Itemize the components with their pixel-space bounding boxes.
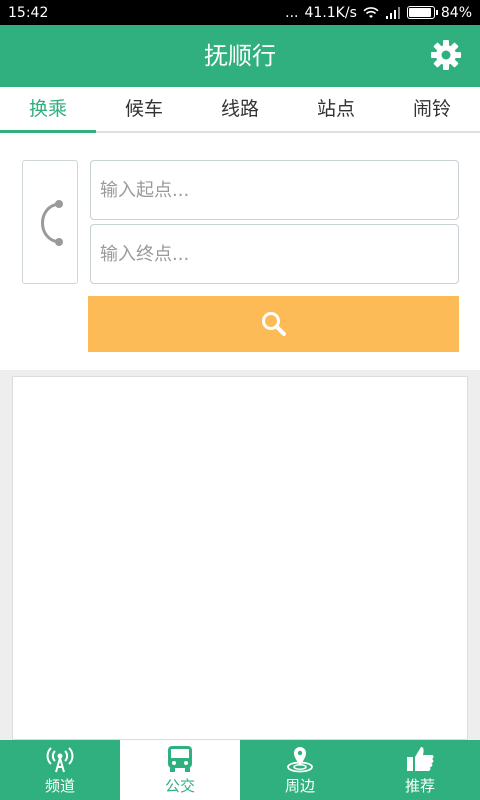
result-panel	[12, 376, 468, 740]
nav-item-nearby[interactable]: 周边	[240, 740, 360, 800]
nav-label-bus: 公交	[164, 777, 195, 795]
status-time: 15:42	[8, 4, 49, 21]
nav-item-channels[interactable]: 频道	[0, 740, 120, 800]
nav-label-channels: 频道	[44, 777, 75, 795]
thumbs-up-icon	[407, 747, 434, 771]
battery-icon	[406, 6, 438, 19]
result-area	[0, 370, 480, 740]
tab-lines[interactable]: 线路	[192, 87, 288, 131]
nav-item-recommend[interactable]: 推荐	[360, 740, 480, 800]
status-bar: 15:42 ... 41.1K/s 84%	[0, 0, 480, 25]
end-point-input[interactable]	[90, 224, 459, 284]
app-title: 抚顺行	[204, 42, 276, 70]
nav-label-nearby: 周边	[284, 777, 315, 795]
tab-alarm[interactable]: 闹铃	[384, 87, 480, 131]
swap-route-icon	[41, 200, 63, 246]
location-pin-icon	[287, 747, 313, 773]
gear-icon[interactable]	[430, 39, 462, 71]
wifi-icon	[363, 6, 379, 18]
network-speed: 41.1K/s	[304, 4, 357, 21]
route-form	[0, 133, 480, 370]
battery-level: 84%	[440, 4, 472, 21]
search-icon	[261, 312, 286, 336]
app-header: 抚顺行	[0, 25, 480, 87]
antenna-icon	[46, 747, 74, 773]
tab-waiting[interactable]: 候车	[96, 87, 192, 131]
tab-transfer[interactable]: 换乘	[0, 87, 96, 133]
start-point-input[interactable]	[90, 160, 459, 220]
swap-route-button[interactable]	[22, 160, 78, 284]
nav-label-recommend: 推荐	[404, 777, 435, 795]
search-button[interactable]	[88, 296, 459, 352]
main-tabs: 换乘 候车 线路 站点 闹铃	[0, 87, 480, 133]
tab-stations[interactable]: 站点	[288, 87, 384, 131]
status-dots: ...	[285, 4, 299, 21]
bus-icon	[168, 746, 192, 772]
bottom-nav: 频道 公交 周边 推荐	[0, 740, 480, 800]
status-indicators: ... 41.1K/s 84%	[285, 5, 472, 21]
signal-icon	[385, 6, 400, 19]
nav-item-bus[interactable]: 公交	[120, 740, 240, 800]
